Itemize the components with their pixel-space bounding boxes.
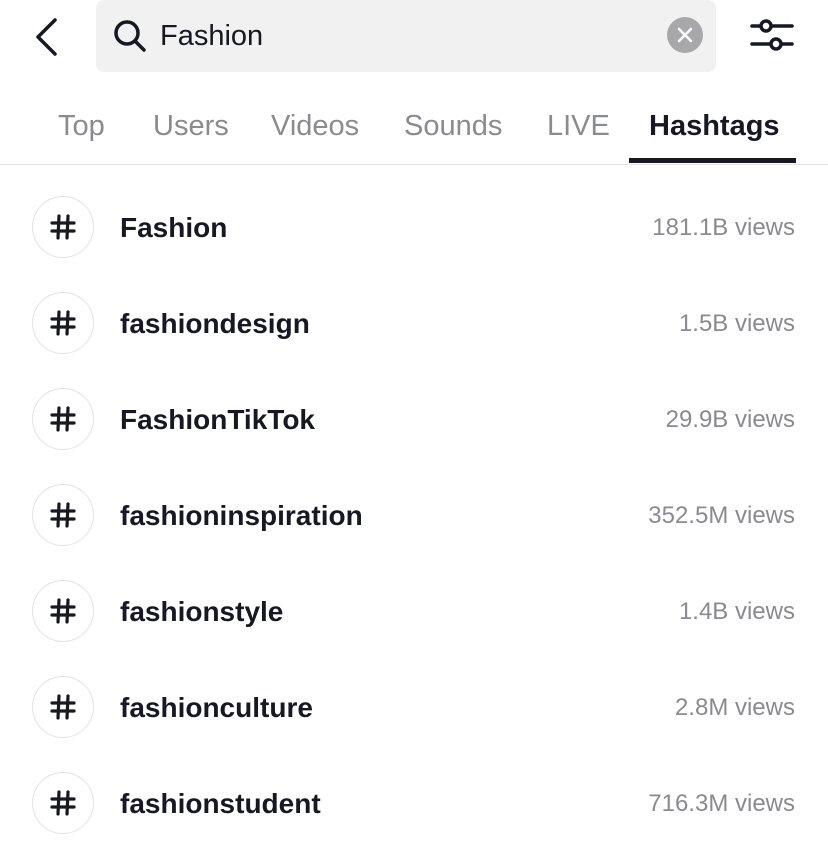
filter-button[interactable] <box>748 16 796 56</box>
hashtag-name: fashionculture <box>120 692 313 723</box>
tab-users[interactable]: Users <box>153 104 229 148</box>
tab-top[interactable]: Top <box>58 104 105 148</box>
hashtag-row[interactable]: Fashion 181.1B views <box>0 180 828 276</box>
hashtag-row[interactable]: FashionTikTok 29.9B views <box>0 372 828 468</box>
search-box[interactable] <box>96 0 716 72</box>
hashtag-views: 352.5M views <box>648 502 795 529</box>
tab-sounds[interactable]: Sounds <box>404 104 502 148</box>
hashtag-name: fashioninspiration <box>120 500 363 531</box>
search-icon <box>114 20 146 52</box>
hashtag-row[interactable]: fashionculture 2.8M views <box>0 660 828 756</box>
hashtag-name: fashiondesign <box>120 308 310 339</box>
back-button[interactable] <box>28 14 64 60</box>
chevron-left-icon <box>36 18 57 56</box>
hashtag-name: Fashion <box>120 212 228 243</box>
search-input[interactable] <box>160 14 640 58</box>
hashtag-name: fashionstyle <box>120 596 284 627</box>
sliders-icon <box>750 19 794 51</box>
hashtag-row[interactable]: fashioninspiration 352.5M views <box>0 468 828 564</box>
hashtag-icon <box>32 772 94 834</box>
hashtag-icon <box>32 484 94 546</box>
hashtag-views: 2.8M views <box>674 694 795 721</box>
hashtag-views: 29.9B views <box>665 406 795 433</box>
tab-live[interactable]: LIVE <box>547 104 610 148</box>
close-icon <box>677 27 693 43</box>
hashtag-icon <box>32 292 94 354</box>
hashtag-row[interactable]: fashionstyle 1.4B views <box>0 564 828 660</box>
clear-search-button[interactable] <box>667 17 703 53</box>
hashtag-icon <box>32 388 94 450</box>
hashtag-name: FashionTikTok <box>120 404 315 435</box>
tab-videos[interactable]: Videos <box>271 104 359 148</box>
hashtag-views: 1.5B views <box>678 310 795 337</box>
hashtag-views: 181.1B views <box>652 214 795 241</box>
hashtag-row[interactable]: fashionstudent 716.3M views <box>0 756 828 852</box>
hashtag-row[interactable]: fashiondesign 1.5B views <box>0 276 828 372</box>
tab-hashtags[interactable]: Hashtags <box>649 104 780 148</box>
search-header <box>0 0 828 80</box>
hashtag-icon <box>32 676 94 738</box>
active-tab-indicator <box>629 158 796 163</box>
hashtag-views: 716.3M views <box>648 790 795 817</box>
hashtag-icon <box>32 196 94 258</box>
search-tabs: Top Users Videos Sounds LIVE Hashtags <box>0 90 828 165</box>
hashtag-views: 1.4B views <box>678 598 795 625</box>
hashtag-icon <box>32 580 94 642</box>
hashtag-name: fashionstudent <box>120 788 321 819</box>
